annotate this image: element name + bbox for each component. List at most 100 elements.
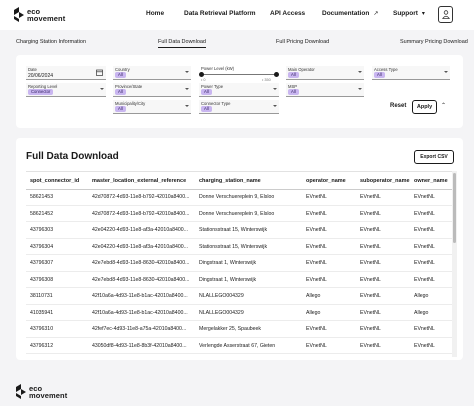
cell-master-location-external-reference: 42e7ebd8-4d93-11e8-8630-42010a8400... [92, 260, 190, 266]
column-header-master-location-external-reference[interactable]: master_location_external_reference [92, 172, 196, 190]
cell-owner-name: EVnetNL [414, 227, 435, 233]
apply-button[interactable]: Apply [412, 100, 437, 114]
eco-movement-logo[interactable]: eco movement [14, 7, 65, 22]
results-panel: Full Data Download Export CSV spot_conne… [16, 138, 463, 360]
column-header-suboperator-name[interactable]: suboperator_name [360, 172, 412, 190]
power-level-track [202, 74, 278, 75]
date-label: Date [28, 67, 37, 72]
power-type-caret-icon [273, 88, 277, 90]
cell-operator-name: EVnetNL [306, 260, 327, 266]
power-level-max-thumb[interactable] [274, 71, 279, 77]
table-row[interactable]: 43796308 42e7ebd8-4d93-11e8-8630-42010a84… [26, 273, 453, 288]
table-row[interactable]: 38110731 42f10a6a-4d93-11e8-b1ac-42010a84… [26, 289, 453, 305]
municipality-city-select[interactable]: Municipality/City All [113, 100, 191, 114]
table-scrollbar[interactable] [452, 171, 457, 357]
chevron-up-icon: ⌃ [441, 103, 447, 109]
power-type-select[interactable]: Power Type All [199, 83, 279, 97]
cell-owner-name: EVnetNL [414, 326, 435, 332]
user-account-button[interactable] [438, 6, 453, 23]
access-type-chip: All [374, 72, 385, 78]
msp-caret-icon [358, 88, 362, 90]
nav-documentation[interactable]: Documentation ↗ [322, 10, 378, 17]
table-row[interactable]: 43796310 42fef7ec-4d93-11e8-a75a-42010a84… [26, 322, 453, 338]
cell-owner-name: Allego [414, 293, 429, 299]
cell-charging-station-name: Mergelakker 25, Spaubeek [199, 326, 261, 332]
nav-support[interactable]: Support ▾ [393, 10, 425, 17]
cell-master-location-external-reference: 42d70872-4d93-11e8-b792-42010a8400... [92, 210, 190, 217]
access-type-select[interactable]: Access Type All [372, 66, 450, 80]
tab-summary-pricing-download[interactable]: Summary Pricing Download [400, 39, 468, 45]
power-level-min-thumb[interactable] [199, 71, 204, 77]
tab-full-pricing-download[interactable]: Full Pricing Download [276, 39, 329, 45]
connector-type-caret-icon [273, 105, 277, 107]
column-header-spot-connector-id[interactable]: spot_connector_id [30, 172, 90, 190]
footer-logo[interactable]: eco movement [16, 384, 67, 399]
connector-type-select[interactable]: Connector Type All [199, 100, 279, 114]
table-row[interactable]: 43796312 43050df8-4d93-11e8-8b3f-42010a84… [26, 339, 453, 354]
reporting-level-chip: Connector [28, 89, 54, 95]
main-operator-caret-icon [358, 71, 362, 73]
cell-suboperator-name: EVnetNL [360, 210, 381, 217]
cell-spot-connector-id: 43796308 [30, 276, 54, 283]
cell-charging-station-name: Stationsstraat 15, Winterswijk [199, 243, 268, 250]
cell-suboperator-name: EVnetNL [360, 342, 381, 349]
cell-spot-connector-id: 43796307 [30, 260, 54, 266]
tab-charging-station-information[interactable]: Charging Station Information [16, 39, 86, 45]
column-header-charging-station-name[interactable]: charging_station_name [199, 172, 303, 190]
tab-full-data-download[interactable]: Full Data Download [158, 39, 206, 48]
table-row[interactable]: 43796307 42e7ebd8-4d93-11e8-8630-42010a84… [26, 256, 453, 272]
power-level-max: 350 [264, 78, 271, 82]
cell-spot-connector-id: 38110731 [30, 293, 53, 299]
collapse-filters-button[interactable]: ⌃ [441, 101, 446, 111]
cell-spot-connector-id: 43796304 [30, 243, 54, 250]
cell-owner-name: EVnetNL [414, 194, 435, 200]
nav-documentation-label: Documentation [322, 10, 370, 17]
table-row[interactable]: 41035941 42f10a6a-4d93-11e8-b1ac-42010a84… [26, 306, 453, 321]
cell-suboperator-name: EVnetNL [360, 276, 381, 283]
power-level-slider[interactable]: Power Level (kW) • 0 • 350 [199, 64, 279, 84]
main-operator-chip: All [288, 72, 299, 78]
cell-owner-name: EVnetNL [414, 342, 435, 349]
cell-suboperator-name: EVnetNL [360, 227, 381, 233]
column-header-operator-name[interactable]: operator_name [306, 172, 358, 190]
cell-operator-name: EVnetNL [306, 276, 327, 283]
cell-charging-station-name: Stationsstraat 15, Winterswijk [199, 227, 268, 233]
nav-home[interactable]: Home [146, 10, 164, 17]
main-operator-select[interactable]: Main Operator All [286, 66, 364, 80]
cell-master-location-external-reference: 42f10a6a-4d93-11e8-b1ac-42010a8400... [92, 293, 188, 299]
cell-charging-station-name: Verlengde Asserstraat 67, Gieten [199, 342, 276, 349]
nav-data-retrieval-platform[interactable]: Data Retrieval Platform [184, 10, 256, 17]
table-row[interactable]: 58621453 42d70872-4d93-11e8-b792-42010a84… [26, 190, 453, 206]
reset-button[interactable]: Reset [390, 103, 406, 109]
power-level-min: 0 [203, 78, 206, 82]
country-select[interactable]: Country All [113, 66, 191, 80]
export-csv-button[interactable]: Export CSV [414, 150, 454, 164]
table-scrollbar-thumb[interactable] [453, 173, 456, 243]
cell-charging-station-name: Dingstraat 1, Winterswijk [199, 260, 257, 266]
cell-charging-station-name: Donne Verschuereplein 9, Elsloo [199, 194, 275, 200]
cell-spot-connector-id: 58621453 [30, 194, 54, 200]
power-type-chip: All [201, 89, 212, 95]
results-table: spot_connector_id master_location_externa… [26, 171, 453, 357]
table-row[interactable]: 43796304 42e04220-4d93-11e8-af3a-42010a84… [26, 240, 453, 255]
msp-select[interactable]: MSP All [286, 83, 364, 97]
date-field[interactable]: Date 20/06/2024 [26, 66, 106, 80]
cell-suboperator-name: EVnetNL [360, 260, 381, 266]
province-state-select[interactable]: Province/State All [113, 83, 191, 97]
cell-owner-name: Allego [414, 309, 429, 316]
cell-operator-name: EVnetNL [306, 326, 327, 332]
cell-owner-name: EVnetNL [414, 210, 435, 217]
table-row[interactable]: 43796303 42e04220-4d93-11e8-af3a-42010a84… [26, 223, 453, 239]
calendar-icon [96, 69, 103, 76]
table-row[interactable]: 58621452 42d70872-4d93-11e8-b792-42010a84… [26, 207, 453, 222]
nav-api-access[interactable]: API Access [270, 10, 305, 17]
cell-suboperator-name: EVnetNL [360, 194, 381, 200]
cell-spot-connector-id: 41035941 [30, 309, 54, 316]
cell-spot-connector-id: 43796310 [30, 326, 54, 332]
municipality-city-chip: All [115, 106, 126, 112]
cell-spot-connector-id: 43796312 [30, 342, 54, 349]
municipality-city-caret-icon [185, 105, 189, 107]
external-link-icon: ↗ [373, 11, 379, 17]
reporting-level-select[interactable]: Reporting Level Connector [26, 83, 106, 97]
column-header-owner-name[interactable]: owner_name [414, 172, 452, 190]
